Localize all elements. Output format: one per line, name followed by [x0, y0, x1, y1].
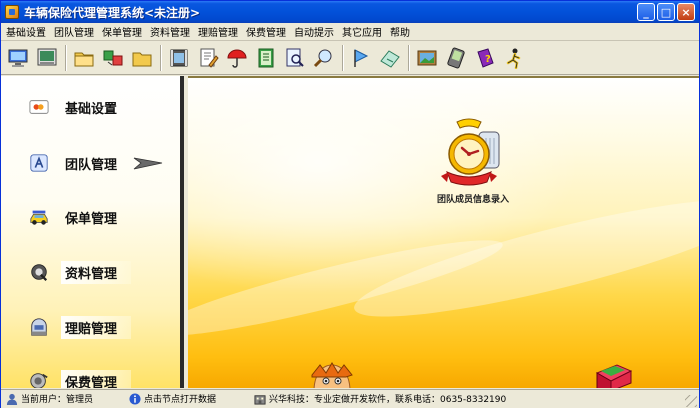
svg-text:?: ? [485, 54, 491, 65]
toolbar-separator [408, 44, 410, 71]
folder-plain-icon[interactable] [129, 44, 155, 71]
window-title: 车辆保险代理管理系统<未注册> [24, 5, 201, 20]
menu-other-apps[interactable]: 其它应用 [339, 24, 387, 39]
menu-bar: 基础设置 团队管理 保单管理 资料管理 理赔管理 保费管理 自动提示 其它应用 … [1, 23, 699, 41]
menu-premium[interactable]: 保费管理 [243, 24, 291, 39]
picture-icon[interactable] [414, 44, 440, 71]
status-hint: 点击节点打开数据 [128, 392, 216, 405]
feature-label: 团队成员信息录入 [436, 195, 509, 205]
menu-auto-reminder[interactable]: 自动提示 [291, 24, 339, 39]
sidebar-item-data[interactable]: 资料管理 [1, 259, 173, 285]
menu-basic-settings[interactable]: 基础设置 [3, 24, 51, 39]
umbrella-icon[interactable] [224, 44, 250, 71]
window-controls: _ □ × [637, 3, 695, 21]
title-bar[interactable]: 车辆保险代理管理系统<未注册> _ □ × [1, 1, 699, 23]
sidebar-item-claims[interactable]: 理赔管理 [1, 314, 173, 340]
data-icon [27, 261, 51, 283]
sidebar-item-premium[interactable]: 保费管理 [1, 368, 173, 388]
close-button[interactable]: × [677, 3, 695, 21]
search-document-icon[interactable] [282, 44, 308, 71]
flag-icon[interactable] [348, 44, 374, 71]
status-company-text: 兴华科技：专业定做开发软件，联系电话：0635-8332190 [269, 395, 507, 405]
menu-policy[interactable]: 保单管理 [99, 24, 147, 39]
toolbar-separator [65, 44, 67, 71]
app-icon [5, 5, 19, 19]
status-bar: 当前用户：管理员 点击节点打开数据 兴华科技：专业定做开发软件，联系电话：063… [1, 389, 699, 408]
main-panel: 团队成员信息录入 [188, 76, 699, 388]
toolbar-separator [342, 44, 344, 71]
user-icon [5, 392, 18, 405]
notebook-icon[interactable] [253, 44, 279, 71]
photo-album-icon [595, 364, 633, 388]
menu-team[interactable]: 团队管理 [51, 24, 99, 39]
menu-data[interactable]: 资料管理 [147, 24, 195, 39]
active-arrow-icon [133, 157, 163, 170]
team-icon [27, 152, 51, 174]
company-icon [253, 392, 266, 405]
sidebar-item-label: 保费管理 [61, 369, 132, 388]
folder-exchange-icon[interactable] [100, 44, 126, 71]
sidebar-item-label: 保单管理 [65, 211, 118, 227]
screen-icon[interactable] [34, 44, 60, 71]
document-edit-icon[interactable] [195, 44, 221, 71]
sidebar-item-label: 基础设置 [65, 101, 118, 117]
status-company: 兴华科技：专业定做开发软件，联系电话：0635-8332190 [253, 392, 506, 405]
cartoon-mascot-icon [311, 362, 353, 388]
premium-icon [27, 370, 51, 388]
map-icon[interactable] [377, 44, 403, 71]
alarm-clock-icon [441, 118, 500, 186]
sidebar-item-label: 理赔管理 [61, 315, 132, 339]
team-member-entry-shortcut[interactable]: 团队成员信息录入 [413, 118, 533, 205]
folder-icon[interactable] [71, 44, 97, 71]
sidebar: 基础设置 团队管理 保单管理 资料管理 理赔管理 保费管理 [1, 76, 184, 388]
toolbar: ? [1, 41, 699, 75]
status-hint-text: 点击节点打开数据 [144, 395, 217, 405]
menu-claims[interactable]: 理赔管理 [195, 24, 243, 39]
minimize-button[interactable]: _ [637, 3, 655, 21]
sidebar-item-label: 团队管理 [65, 157, 118, 173]
maximize-button[interactable]: □ [657, 3, 675, 21]
toolbar-separator [160, 44, 162, 71]
sidebar-item-policy[interactable]: 保单管理 [1, 204, 173, 230]
sidebar-item-label: 资料管理 [61, 260, 132, 284]
magnifier-icon[interactable] [311, 44, 337, 71]
pda-icon[interactable] [443, 44, 469, 71]
claim-icon [27, 316, 51, 338]
film-icon[interactable] [166, 44, 192, 71]
card-icon [27, 96, 51, 118]
app-window: 车辆保险代理管理系统<未注册> _ □ × 基础设置 团队管理 保单管理 资料管… [0, 0, 700, 408]
menu-help[interactable]: 帮助 [387, 24, 415, 39]
resize-grip[interactable] [685, 395, 697, 407]
car-icon [27, 206, 51, 228]
monitor-icon[interactable] [5, 44, 31, 71]
info-icon [128, 392, 141, 405]
sidebar-item-basic-settings[interactable]: 基础设置 [1, 94, 173, 120]
status-user: 当前用户：管理员 [5, 392, 93, 405]
help-book-icon[interactable]: ? [472, 44, 498, 71]
runner-icon[interactable] [501, 44, 527, 71]
status-user-text: 当前用户：管理员 [21, 395, 94, 405]
